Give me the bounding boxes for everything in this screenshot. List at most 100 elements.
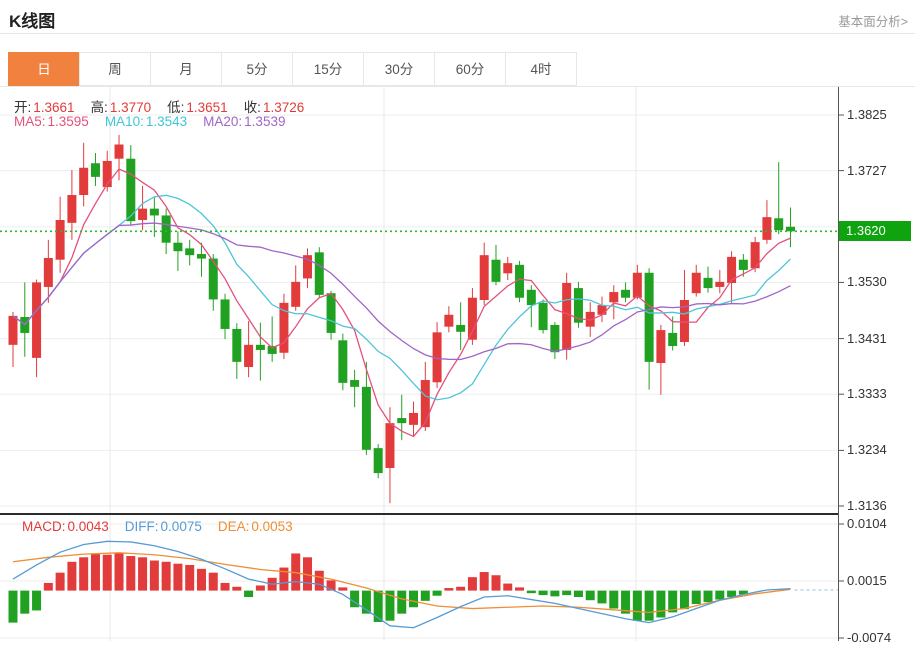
ohlc-item-1: 高:1.3770 (91, 96, 152, 116)
ohlc-value: 1.3651 (186, 100, 227, 115)
candle-body (645, 273, 654, 362)
macd-bar (20, 591, 29, 614)
macd-bar (421, 591, 430, 601)
macd-tick-label: 0.0104 (847, 516, 911, 531)
price-tick-label: 1.3234 (847, 442, 911, 457)
candle-body (550, 325, 559, 352)
ohlc-value: 1.3770 (110, 100, 151, 115)
macd-bar (562, 591, 571, 595)
ohlc-item-0: 开:1.3661 (14, 96, 75, 116)
ma-item-2: MA20:1.3539 (203, 114, 285, 129)
ma-value: 1.3543 (146, 114, 187, 129)
macd-bar (115, 553, 124, 590)
macd-bar (67, 562, 76, 591)
macd-label: DIFF: (125, 519, 159, 534)
ohlc-legend: 开:1.3661 高:1.3770 低:1.3651 收:1.3726 (14, 96, 320, 116)
macd-bar (539, 591, 548, 595)
ma-label: MA20: (203, 114, 242, 129)
candle-body (774, 218, 783, 230)
candle-body (32, 282, 41, 357)
price-tick-label: 1.3333 (847, 386, 911, 401)
price-tick-label: 1.3431 (847, 331, 911, 346)
candle-body (421, 380, 430, 427)
macd-bar (527, 591, 536, 594)
ma-label: MA5: (14, 114, 46, 129)
ma-item-0: MA5:1.3595 (14, 114, 89, 129)
ohlc-label: 低: (167, 100, 184, 115)
candle-body (67, 195, 76, 223)
macd-bar (338, 587, 347, 590)
macd-bar (397, 591, 406, 614)
candle-body (185, 248, 194, 255)
macd-tick-label: 0.0015 (847, 573, 911, 588)
candle-body (91, 163, 100, 177)
candle-body (692, 273, 701, 293)
price-tick-label: 1.3825 (847, 107, 911, 122)
candle-body (468, 298, 477, 340)
macd-bar (409, 591, 418, 608)
macd-bar (692, 591, 701, 604)
candle-body (397, 418, 406, 423)
candle-body (633, 273, 642, 298)
macd-bar (456, 587, 465, 591)
ohlc-label: 开: (14, 100, 31, 115)
macd-bar (491, 575, 500, 590)
ohlc-value: 1.3726 (263, 100, 304, 115)
macd-item-1: DIFF:0.0075 (125, 519, 202, 534)
candle-body (232, 329, 241, 362)
macd-bar (680, 591, 689, 610)
macd-bar (44, 583, 53, 591)
current-price-badge: 1.3620 (839, 221, 911, 241)
macd-bar (704, 591, 713, 603)
macd-legend: MACD:0.0043DIFF:0.0075DEA:0.0053 (22, 519, 309, 534)
candle-body (503, 263, 512, 273)
candle-body (374, 448, 383, 473)
macd-bar (232, 587, 241, 591)
macd-bar (56, 573, 65, 591)
macd-bar (244, 591, 253, 597)
ohlc-label: 收: (244, 100, 261, 115)
macd-bar (185, 565, 194, 591)
macd-bar (103, 555, 112, 591)
macd-bar (633, 591, 642, 621)
candle-body (727, 257, 736, 283)
macd-label: MACD: (22, 519, 66, 534)
candle-body (9, 316, 18, 345)
macd-bar (480, 572, 489, 591)
candle-body (621, 290, 630, 298)
candle-body (385, 423, 394, 468)
candle-body (221, 299, 230, 329)
candle-body (44, 258, 53, 287)
ohlc-label: 高: (91, 100, 108, 115)
macd-bar (609, 591, 618, 609)
candle-body (480, 255, 489, 300)
macd-bar (515, 587, 524, 590)
macd-bar (221, 583, 230, 591)
candle-body (197, 254, 206, 259)
candle-body (209, 259, 218, 300)
candle-body (56, 220, 65, 260)
price-tick-label: 1.3136 (847, 498, 911, 513)
candle-body (244, 345, 253, 367)
candle-body (173, 243, 182, 252)
candle-body (609, 292, 618, 302)
candle-body (315, 252, 324, 295)
candle-body (762, 217, 771, 240)
ma10-line (13, 195, 790, 399)
ohlc-item-2: 低:1.3651 (167, 96, 228, 116)
price-tick-label: 1.3727 (847, 163, 911, 178)
candle-body (456, 325, 465, 332)
macd-bar (444, 588, 453, 591)
candle-body (79, 168, 88, 195)
ohlc-value: 1.3661 (33, 100, 74, 115)
ohlc-item-3: 收:1.3726 (244, 96, 305, 116)
macd-value: 0.0075 (161, 519, 202, 534)
candle-body (162, 215, 171, 242)
macd-item-0: MACD:0.0043 (22, 519, 109, 534)
macd-bar (91, 554, 100, 591)
candle-body (668, 333, 677, 346)
macd-bar (433, 591, 442, 596)
macd-label: DEA: (218, 519, 250, 534)
macd-bar (256, 585, 265, 590)
candle-body (362, 387, 371, 450)
